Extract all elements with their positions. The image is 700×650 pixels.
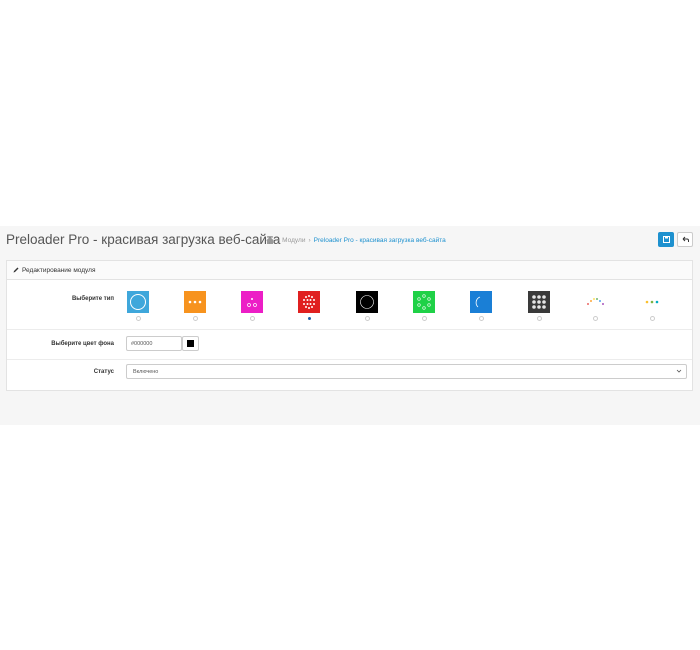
ring-loader-option[interactable] bbox=[127, 291, 149, 313]
three-dots-loader-option[interactable] bbox=[184, 291, 206, 313]
circle-loader-option[interactable] bbox=[356, 291, 378, 313]
status-label: Статус bbox=[93, 369, 114, 375]
loader-radio[interactable] bbox=[593, 316, 598, 321]
color-dots-loader-option[interactable] bbox=[641, 291, 663, 313]
wave-dots-loader-option[interactable] bbox=[584, 291, 606, 313]
dot-grid-loader-option[interactable] bbox=[298, 291, 320, 313]
status-select[interactable]: Включено bbox=[126, 364, 687, 379]
color-picker-button[interactable] bbox=[182, 336, 199, 351]
panel-heading-text: Редактирование модуля bbox=[22, 266, 96, 274]
loader-radio[interactable] bbox=[250, 316, 255, 321]
loader-radio[interactable] bbox=[136, 316, 141, 321]
pencil-icon bbox=[13, 267, 19, 273]
status-select-value: Включено bbox=[133, 368, 159, 375]
back-arrow-icon bbox=[682, 236, 689, 242]
chevron-down-icon bbox=[676, 369, 682, 373]
loader-radio[interactable] bbox=[650, 316, 655, 321]
loader-radio[interactable] bbox=[193, 316, 198, 321]
bubbles-loader-option[interactable] bbox=[241, 291, 263, 313]
orbit-loader-option[interactable] bbox=[413, 291, 435, 313]
color-label: Выберите цвет фона bbox=[51, 341, 114, 347]
row-divider bbox=[7, 359, 692, 360]
home-icon[interactable] bbox=[266, 237, 274, 244]
loader-radio-selected[interactable] bbox=[308, 317, 311, 320]
loader-radio[interactable] bbox=[479, 316, 484, 321]
breadcrumb-modules[interactable]: Модули bbox=[282, 237, 305, 244]
panel-heading: Редактирование модуля bbox=[7, 261, 692, 280]
background-color-input[interactable]: #000000 bbox=[126, 336, 182, 351]
breadcrumb-current[interactable]: Preloader Pro - красивая загрузка веб-са… bbox=[314, 237, 446, 244]
arc-loader-option[interactable] bbox=[470, 291, 492, 313]
save-icon bbox=[662, 236, 670, 243]
save-button[interactable] bbox=[658, 232, 674, 247]
loader-radio[interactable] bbox=[365, 316, 370, 321]
row-divider bbox=[7, 329, 692, 330]
type-label: Выберите тип bbox=[71, 296, 114, 302]
page-title: Preloader Pro - красивая загрузка веб-са… bbox=[6, 232, 281, 247]
grid-3x3-loader-option[interactable] bbox=[528, 291, 550, 313]
back-button[interactable] bbox=[677, 232, 693, 247]
breadcrumb: › Модули › Preloader Pro - красивая загр… bbox=[266, 237, 446, 244]
loader-radio[interactable] bbox=[422, 316, 427, 321]
color-swatch bbox=[187, 340, 194, 347]
loader-radio[interactable] bbox=[537, 316, 542, 321]
